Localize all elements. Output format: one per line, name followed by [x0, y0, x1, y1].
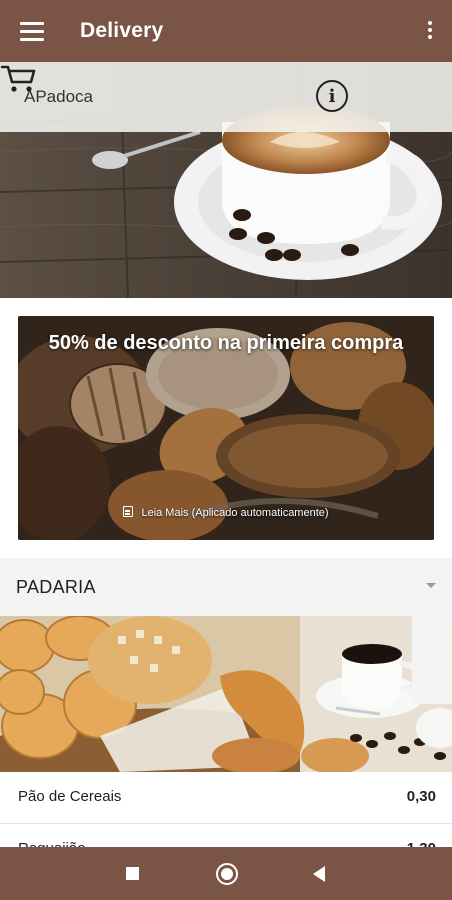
home-circle-icon[interactable] [216, 863, 238, 885]
app-title: Delivery [80, 19, 164, 42]
product-price: 0,30 [406, 788, 436, 805]
document-icon [123, 506, 134, 517]
category-image [0, 616, 452, 772]
hamburger-menu-icon[interactable] [20, 21, 50, 41]
bread-basket-coffee-photo [0, 616, 452, 772]
promo-read-more-link[interactable]: Leia Mais (Aplicado automaticamente) [18, 506, 434, 519]
store-hero-image: APadoca i [0, 62, 452, 298]
app-bar: Delivery [0, 0, 452, 62]
product-row[interactable]: Pão de Cereais 0,30 [0, 772, 452, 824]
back-triangle-icon[interactable] [313, 866, 325, 882]
promo-title: 50% de desconto na primeira compra [48, 332, 404, 354]
system-nav-bar [0, 847, 452, 900]
more-vertical-icon[interactable] [428, 21, 432, 39]
category-label: PADARIA [16, 576, 96, 597]
chevron-down-icon [426, 583, 436, 588]
shopping-cart-icon[interactable] [0, 62, 36, 94]
category-header-padaria[interactable]: PADARIA [0, 558, 452, 616]
recents-square-icon[interactable] [126, 867, 139, 880]
promo-banner[interactable]: 50% de desconto na primeira compra Leia … [18, 316, 434, 540]
promo-read-more-label: Leia Mais (Aplicado automaticamente) [141, 507, 329, 519]
store-bar: APadoca i [0, 62, 452, 132]
product-name: Pão de Cereais [18, 788, 122, 805]
info-icon[interactable]: i [316, 80, 348, 112]
